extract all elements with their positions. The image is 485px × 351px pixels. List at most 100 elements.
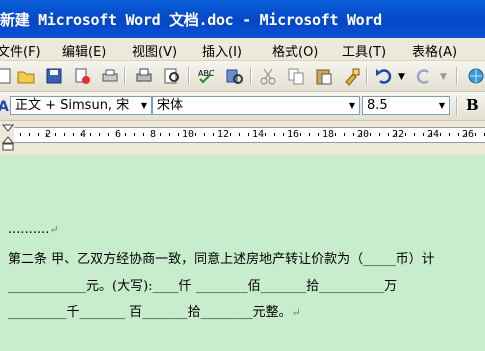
ruler-tick: [107, 133, 109, 136]
ruler-tick: [142, 133, 144, 136]
ruler-label: 14: [251, 129, 265, 140]
title-bar[interactable]: 新建 Microsoft Word 文档.doc - Microsoft Wor…: [0, 0, 485, 38]
save-icon[interactable]: [44, 66, 64, 86]
doc-line-amount-cont: _________千_______ 百_______拾________元整。↵: [8, 305, 301, 320]
ruler-tick: [413, 133, 415, 136]
styles-pane-icon[interactable]: A: [0, 98, 10, 114]
ruler-tick: [72, 133, 74, 136]
menu-tools[interactable]: 工具(T): [342, 41, 386, 60]
svg-text:ABC: ABC: [198, 69, 215, 78]
permission-icon[interactable]: [72, 66, 92, 86]
ruler-tick: [98, 133, 100, 136]
menu-view[interactable]: 视图(V): [132, 41, 177, 60]
ruler-tick: [212, 133, 214, 136]
ruler-tick: [343, 133, 345, 136]
window-title: 新建 Microsoft Word 文档.doc - Microsoft Wor…: [0, 11, 382, 29]
print-preview-icon[interactable]: [100, 66, 120, 86]
ruler-tick: [352, 133, 354, 136]
font-size-value: 8.5: [367, 98, 388, 113]
menu-file[interactable]: 文件(F): [0, 41, 41, 60]
svg-text:A: A: [0, 99, 9, 114]
ruler-tick: [116, 133, 118, 136]
font-combo[interactable]: 宋体 ▼: [152, 96, 360, 115]
ruler-tick: [90, 133, 91, 136]
menu-edit[interactable]: 编辑(E): [62, 41, 106, 60]
ruler-tick: [230, 133, 231, 136]
undo-icon[interactable]: [374, 66, 394, 86]
ruler-tick: [317, 133, 319, 136]
ruler-tick: [238, 133, 240, 136]
ruler-label: 16: [286, 129, 300, 140]
font-size-dropdown-icon[interactable]: ▼: [436, 98, 448, 113]
ruler-tick: [405, 133, 406, 136]
ruler-tick: [265, 133, 266, 136]
style-value: 正文 + Simsun, 宋: [15, 98, 130, 113]
ruler-tick: [177, 133, 179, 136]
ruler-tick: [378, 133, 380, 136]
ruler-tick: [396, 133, 398, 136]
ruler-tick: [300, 133, 301, 136]
hyperlink-icon[interactable]: [466, 66, 485, 86]
doc-line-dots: ..........↵: [8, 222, 59, 237]
menu-table[interactable]: 表格(A): [412, 41, 457, 60]
ruler-label: 26: [461, 129, 475, 140]
ruler-tick: [361, 133, 363, 136]
doc-line-clause: 第二条 甲、乙双方经协商一致，同意上述房地产转让价款为（_____币）计: [8, 252, 435, 267]
doc-line-amount: ____________元。(大写):____仟 ________佰______…: [8, 279, 398, 294]
ruler-tick: [273, 133, 275, 136]
ruler-tick: [431, 133, 433, 136]
ruler-tick: [335, 133, 336, 136]
ruler-tick: [133, 133, 135, 136]
ruler-tick: [125, 133, 126, 136]
horizontal-ruler[interactable]: 2 4 6 8 10 12 14 16 18 20 22 24 26: [0, 121, 485, 155]
open-icon[interactable]: [16, 66, 36, 86]
ruler-tick: [466, 133, 468, 136]
font-dropdown-icon[interactable]: ▼: [346, 98, 358, 113]
ruler-label: 10: [181, 129, 195, 140]
formatting-toolbar: A 正文 + Simsun, 宋 ▼ 宋体 ▼ 8.5 ▼ B: [0, 92, 485, 121]
style-dropdown-icon[interactable]: ▼: [138, 98, 150, 113]
indent-marker-icon[interactable]: [2, 123, 14, 153]
ruler-tick: [448, 133, 450, 136]
document-area[interactable]: ..........↵ 第二条 甲、乙双方经协商一致，同意上述房地产转让价款为（…: [0, 155, 485, 351]
format-painter-icon[interactable]: [342, 66, 362, 86]
standard-toolbar: ABC ▼ ▼: [0, 61, 485, 92]
menu-bar: 文件(F) 编辑(E) 视图(V) 插入(I) 格式(O) 工具(T) 表格(A…: [0, 38, 485, 61]
ruler-tick: [81, 133, 83, 136]
redo-dropdown-icon[interactable]: ▼: [440, 72, 450, 82]
paragraph-mark-icon: ↵: [291, 306, 301, 319]
font-size-combo[interactable]: 8.5 ▼: [362, 96, 450, 115]
find-icon[interactable]: [162, 66, 182, 86]
ruler-tick: [195, 133, 196, 136]
copy-icon[interactable]: [286, 66, 306, 86]
undo-dropdown-icon[interactable]: ▼: [398, 72, 408, 82]
menu-insert[interactable]: 插入(I): [202, 41, 242, 60]
ruler-label: 8: [149, 129, 157, 140]
ruler-tick: [28, 133, 30, 136]
bold-button[interactable]: B: [466, 96, 479, 114]
ruler-tick: [247, 133, 249, 136]
ruler-tick: [387, 133, 389, 136]
ruler-tick: [63, 133, 65, 136]
ruler-tick: [46, 133, 48, 136]
font-value: 宋体: [157, 98, 184, 113]
paste-icon[interactable]: [314, 66, 334, 86]
redo-icon[interactable]: [414, 66, 434, 86]
research-icon[interactable]: [224, 66, 244, 86]
ruler-tick: [475, 133, 476, 136]
ruler-tick: [55, 133, 56, 136]
ruler-label: 18: [321, 129, 335, 140]
ruler-tick: [37, 133, 39, 136]
menu-format[interactable]: 格式(O): [272, 41, 318, 60]
spelling-icon[interactable]: ABC: [196, 66, 216, 86]
cut-icon[interactable]: [258, 66, 278, 86]
ruler-label: 20: [356, 129, 370, 140]
ruler-tick: [203, 133, 205, 136]
ruler-tick: [308, 133, 310, 136]
ruler-tick: [160, 133, 161, 136]
new-icon[interactable]: [0, 66, 14, 86]
style-combo[interactable]: 正文 + Simsun, 宋 ▼: [10, 96, 152, 115]
ruler-tick: [440, 133, 441, 136]
ruler-label: 12: [216, 129, 230, 140]
print-icon[interactable]: [134, 66, 154, 86]
